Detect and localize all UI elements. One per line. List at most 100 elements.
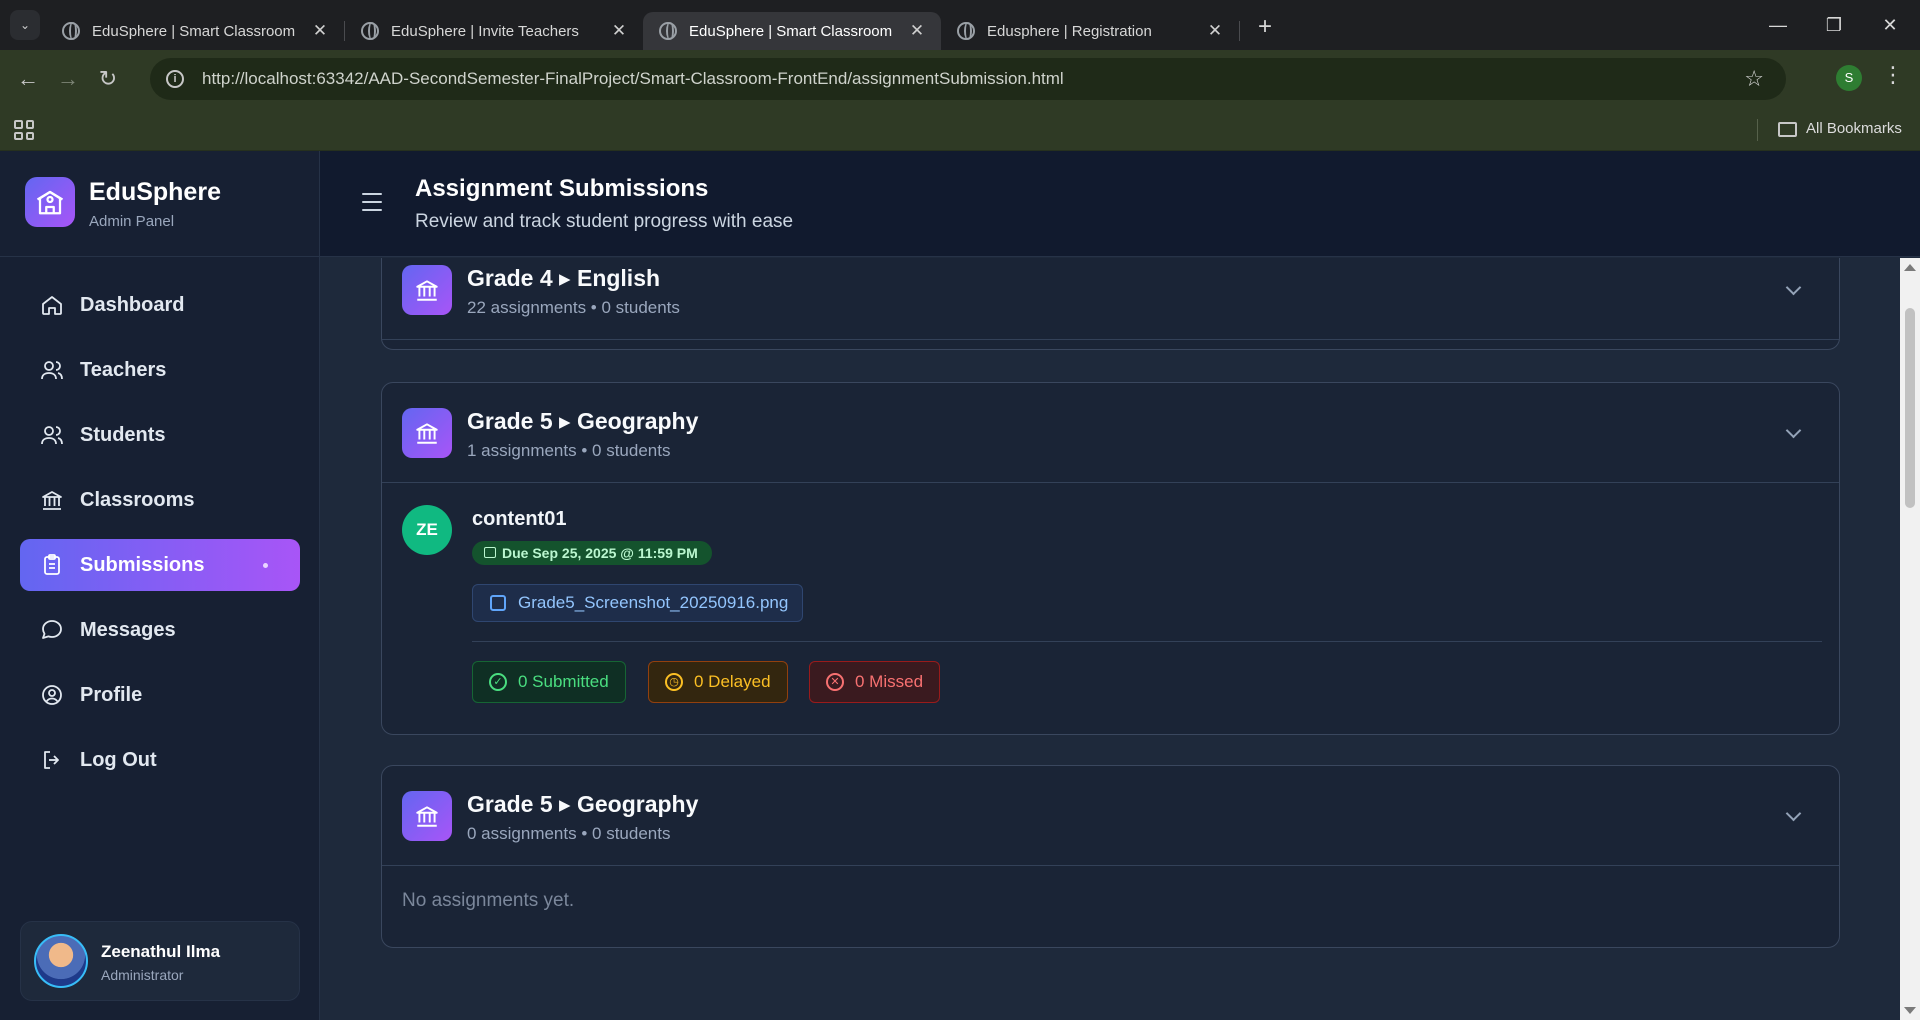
class-group-title: Grade 5 ▸ Geography (467, 791, 699, 817)
user-circle-icon (42, 685, 62, 705)
calendar-icon (484, 547, 496, 558)
logout-icon (44, 751, 59, 769)
browser-tab-2[interactable]: EduSphere | Invite Teachers ✕ (345, 12, 643, 50)
folder-icon (1778, 122, 1797, 137)
tab-separator (1239, 21, 1240, 41)
back-button[interactable]: ← (8, 66, 48, 92)
url-field[interactable]: i http://localhost:63342/AAD-SecondSemes… (150, 58, 1786, 100)
browser-tab-3-active[interactable]: EduSphere | Smart Classroom ✕ (643, 12, 941, 50)
chat-icon (42, 620, 62, 639)
sidebar-nav: Dashboard Teachers Students Classrooms S… (20, 279, 300, 799)
scroll-down-arrow[interactable] (1904, 1007, 1916, 1014)
class-group-header[interactable]: Grade 5 ▸ Geography 0 assignments • 0 st… (382, 766, 1839, 866)
minimize-button[interactable]: — (1750, 0, 1806, 50)
reload-button[interactable]: ↻ (88, 66, 128, 92)
sidebar-item-classrooms[interactable]: Classrooms (20, 474, 300, 526)
attachment-link[interactable]: Grade5_Screenshot_20250916.png (472, 584, 804, 622)
submissions-content: Grade 4 ▸ English 22 assignments • 0 stu… (320, 258, 1900, 1020)
globe-icon (361, 22, 379, 40)
apps-grid-icon[interactable] (14, 120, 34, 140)
close-icon[interactable]: ✕ (609, 21, 629, 41)
class-group-title: Grade 5 ▸ Geography (467, 408, 699, 434)
sidebar-item-teachers[interactable]: Teachers (20, 344, 300, 396)
chevron-down-icon[interactable] (1785, 805, 1802, 822)
tab-title: EduSphere | Invite Teachers (391, 22, 579, 40)
sidebar-item-submissions[interactable]: Submissions (20, 539, 300, 591)
home-icon (42, 296, 62, 315)
active-indicator-dot (263, 563, 268, 568)
missed-count-badge[interactable]: ✕ 0 Missed (809, 661, 941, 703)
url-text: http://localhost:63342/AAD-SecondSemeste… (202, 69, 1064, 88)
due-date-badge: Due Sep 25, 2025 @ 11:59 PM (472, 541, 712, 565)
scroll-up-arrow[interactable] (1904, 264, 1916, 271)
brand-subtitle: Admin Panel (89, 213, 175, 230)
user-card[interactable]: Zeenathul Ilma Administrator (20, 921, 300, 1001)
submitted-count: 0 Submitted (518, 672, 609, 691)
sidebar-item-label: Log Out (80, 748, 157, 771)
browser-tab-1[interactable]: EduSphere | Smart Classroom ✕ (46, 12, 344, 50)
attachment-filename: Grade5_Screenshot_20250916.png (518, 593, 789, 612)
bookmark-star-icon[interactable]: ☆ (1744, 66, 1764, 92)
submitted-count-badge[interactable]: ✓ 0 Submitted (472, 661, 626, 703)
class-group-meta: 0 assignments • 0 students (467, 824, 671, 843)
app-root: EduSphere Admin Panel Dashboard Teachers… (0, 151, 1920, 1020)
menu-kebab-icon[interactable]: ⋮ (1882, 62, 1904, 88)
bank-icon (402, 265, 452, 315)
user-name: Zeenathul Ilma (101, 942, 221, 961)
restore-button[interactable]: ❐ (1806, 0, 1862, 50)
new-tab-button[interactable]: + (1250, 13, 1280, 41)
browser-tab-bar: ⌄ EduSphere | Smart Classroom ✕ EduSpher… (0, 0, 1920, 50)
close-window-button[interactable]: ✕ (1862, 0, 1918, 50)
forward-button[interactable]: → (48, 66, 88, 92)
sidebar-item-logout[interactable]: Log Out (20, 734, 300, 786)
empty-state-text: No assignments yet. (402, 890, 575, 911)
sidebar-item-profile[interactable]: Profile (20, 669, 300, 721)
users-icon (41, 361, 63, 380)
assignment-item: ZE content01 Due Sep 25, 2025 @ 11:59 PM… (382, 483, 1839, 703)
delayed-count-badge[interactable]: ◷ 0 Delayed (648, 661, 788, 703)
clipboard-icon (44, 554, 60, 575)
assignment-title: content01 (472, 508, 567, 530)
chevron-down-icon[interactable] (1785, 422, 1802, 439)
assignment-avatar: ZE (402, 505, 452, 555)
school-logo-icon (25, 177, 75, 227)
class-group-header[interactable]: Grade 4 ▸ English 22 assignments • 0 stu… (382, 258, 1839, 340)
menu-toggle-icon[interactable] (362, 193, 382, 211)
empty-state: No assignments yet. (382, 866, 1839, 946)
tab-title: Edusphere | Registration (987, 22, 1152, 40)
address-bar: ← → ↻ i http://localhost:63342/AAD-Secon… (0, 50, 1920, 108)
chevron-down-icon[interactable] (1785, 279, 1802, 296)
bank-icon (402, 408, 452, 458)
scrollbar[interactable] (1900, 258, 1920, 1020)
user-role: Administrator (101, 967, 184, 983)
all-bookmarks-link[interactable]: All Bookmarks (1806, 120, 1902, 137)
close-icon[interactable]: ✕ (310, 21, 330, 41)
scroll-thumb[interactable] (1905, 308, 1915, 508)
chevron-down-icon: ⌄ (19, 18, 31, 32)
tab-title: EduSphere | Smart Classroom (689, 22, 893, 40)
class-group-card: Grade 5 ▸ Geography 1 assignments • 0 st… (381, 382, 1840, 735)
page-title: Assignment Submissions (415, 175, 709, 202)
brand: EduSphere Admin Panel (0, 151, 320, 257)
info-icon[interactable]: i (166, 70, 184, 88)
sidebar-item-dashboard[interactable]: Dashboard (20, 279, 300, 331)
close-icon[interactable]: ✕ (1205, 21, 1225, 41)
sidebar-item-label: Teachers (80, 358, 167, 381)
page-header: Assignment Submissions Review and track … (320, 151, 1920, 257)
class-group-header[interactable]: Grade 5 ▸ Geography 1 assignments • 0 st… (382, 383, 1839, 483)
profile-avatar[interactable]: S (1836, 65, 1862, 91)
sidebar-item-students[interactable]: Students (20, 409, 300, 461)
close-icon[interactable]: ✕ (907, 21, 927, 41)
sidebar-item-label: Submissions (80, 553, 205, 576)
browser-tab-4[interactable]: Edusphere | Registration ✕ (941, 12, 1239, 50)
image-icon (490, 595, 506, 611)
sidebar-item-messages[interactable]: Messages (20, 604, 300, 656)
class-group-meta: 1 assignments • 0 students (467, 441, 671, 460)
tab-title: EduSphere | Smart Classroom (92, 22, 296, 40)
class-group-title: Grade 4 ▸ English (467, 265, 661, 291)
bank-icon (402, 791, 452, 841)
delayed-count: 0 Delayed (694, 672, 771, 691)
sidebar: EduSphere Admin Panel Dashboard Teachers… (0, 151, 320, 1020)
tab-search-button[interactable]: ⌄ (10, 10, 40, 40)
sidebar-item-label: Messages (80, 618, 176, 641)
